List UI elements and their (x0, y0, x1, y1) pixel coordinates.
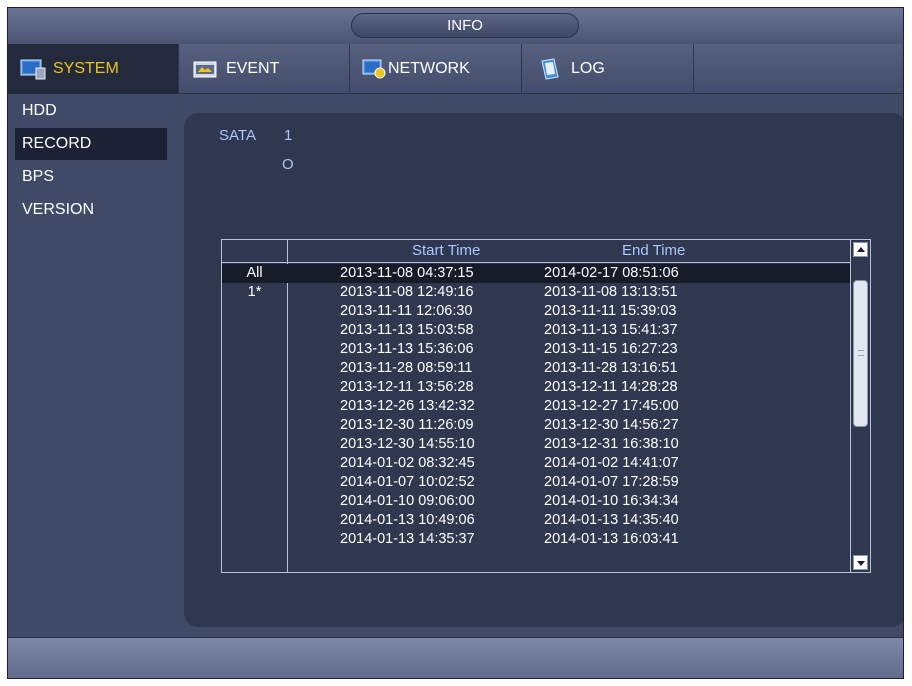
network-icon (362, 58, 388, 80)
row-start-time: 2013-12-11 13:56:28 (340, 379, 474, 395)
sidebar-item-hdd[interactable]: HDD (8, 95, 178, 127)
row-start-time: 2013-11-28 08:59:11 (340, 360, 473, 376)
tab-event[interactable]: EVENT (179, 44, 350, 94)
row-start-time: 2013-11-08 12:49:16 (340, 284, 474, 300)
row-end-time: 2013-11-28 13:16:51 (544, 360, 678, 376)
arrow-up-icon (857, 247, 865, 252)
table-row[interactable]: 2013-11-13 15:36:06 2013-11-15 16:27:23 (222, 340, 852, 359)
tab-system[interactable]: SYSTEM (8, 44, 179, 94)
row-end-time: 2013-12-31 16:38:10 (544, 436, 679, 452)
row-start-time: 2014-01-10 09:06:00 (340, 493, 475, 509)
row-end-time: 2014-01-13 14:35:40 (544, 512, 679, 528)
sata-label: SATA (219, 127, 256, 144)
table-row[interactable]: 2013-11-13 15:03:58 2013-11-13 15:41:37 (222, 321, 852, 340)
row-start-time: 2014-01-07 10:02:52 (340, 474, 475, 490)
row-start-time: 2014-01-13 14:35:37 (340, 531, 475, 547)
sidebar-item-version[interactable]: VERSION (8, 194, 178, 226)
table-row[interactable]: 2014-01-13 14:35:37 2014-01-13 16:03:41 (222, 530, 852, 549)
row-start-time: 2013-12-30 11:26:09 (340, 417, 474, 433)
row-start-time: 2013-11-13 15:36:06 (340, 341, 474, 357)
sidebar-item-record[interactable]: RECORD (15, 128, 167, 160)
table-row[interactable]: 2014-01-07 10:02:52 2014-01-07 17:28:59 (222, 473, 852, 492)
sidebar: HDD RECORD BPS VERSION (8, 95, 178, 227)
row-end-time: 2013-12-27 17:45:00 (544, 398, 679, 414)
tab-network[interactable]: NETWORK (350, 44, 522, 94)
table-row[interactable]: 2013-11-11 12:06:30 2013-11-11 15:39:03 (222, 302, 852, 321)
sidebar-item-bps[interactable]: BPS (8, 161, 178, 193)
table-row[interactable]: 2014-01-10 09:06:00 2014-01-10 16:34:34 (222, 492, 852, 511)
tab-label: EVENT (226, 60, 280, 77)
row-end-time: 2013-11-11 15:39:03 (544, 303, 677, 319)
table-row[interactable]: All 2013-11-08 04:37:15 2014-02-17 08:51:0… (222, 264, 852, 283)
tab-label: NETWORK (388, 60, 470, 77)
table-row[interactable]: 2013-12-26 13:42:32 2013-12-27 17:45:00 (222, 397, 852, 416)
tab-label: SYSTEM (53, 60, 119, 77)
row-end-time: 2014-02-17 08:51:06 (544, 265, 679, 281)
row-start-time: 2013-11-13 15:03:58 (340, 322, 474, 338)
info-window: INFO SYSTEM EVENT NETWORK LOG HDD RECORD… (7, 7, 904, 679)
main-tab-bar: SYSTEM EVENT NETWORK LOG (8, 44, 903, 94)
table-scrollbar[interactable] (850, 240, 870, 572)
log-book-icon (538, 58, 564, 80)
table-header: Start Time End Time (222, 240, 852, 263)
row-end-time: 2014-01-10 16:34:34 (544, 493, 679, 509)
scroll-up-button[interactable] (853, 242, 868, 257)
table-row[interactable]: 2014-01-13 10:49:06 2014-01-13 14:35:40 (222, 511, 852, 530)
row-start-time: 2013-11-11 12:06:30 (340, 303, 473, 319)
table-row[interactable]: 2013-12-30 14:55:10 2013-12-31 16:38:10 (222, 435, 852, 454)
scroll-thumb[interactable] (853, 280, 868, 427)
sata-status: O (282, 156, 294, 173)
row-end-time: 2013-12-30 14:56:27 (544, 417, 679, 433)
title-bar: INFO (8, 8, 903, 44)
row-end-time: 2013-11-13 15:41:37 (544, 322, 678, 338)
row-end-time: 2014-01-07 17:28:59 (544, 474, 679, 490)
table-row[interactable]: 1* 2013-11-08 12:49:16 2013-11-08 13:13:51 (222, 283, 852, 302)
scroll-down-button[interactable] (853, 555, 868, 570)
row-end-time: 2014-01-13 16:03:41 (544, 531, 679, 547)
record-table: Start Time End Time All 2013-11-08 04:37:… (221, 239, 871, 573)
row-start-time: 2013-12-26 13:42:32 (340, 398, 475, 414)
sata-number: 1 (284, 127, 293, 144)
row-start-time: 2013-11-08 04:37:15 (340, 265, 474, 281)
table-body: All 2013-11-08 04:37:15 2014-02-17 08:51:0… (222, 264, 852, 549)
row-id: All (246, 265, 263, 281)
table-row[interactable]: 2014-01-02 08:32:45 2014-01-02 14:41:07 (222, 454, 852, 473)
scroll-track[interactable] (853, 260, 868, 552)
row-start-time: 2014-01-02 08:32:45 (340, 455, 475, 471)
window-title: INFO (351, 13, 579, 38)
table-row[interactable]: 2013-11-28 08:59:11 2013-11-28 13:16:51 (222, 359, 852, 378)
row-end-time: 2013-11-08 13:13:51 (544, 284, 678, 300)
tab-log[interactable]: LOG (522, 44, 694, 94)
row-start-time: 2014-01-13 10:49:06 (340, 512, 475, 528)
table-row[interactable]: 2013-12-30 11:26:09 2013-12-30 14:56:27 (222, 416, 852, 435)
row-end-time: 2013-11-15 16:27:23 (544, 341, 678, 357)
row-end-time: 2013-12-11 14:28:28 (544, 379, 678, 395)
record-panel: SATA 1 O Start Time End Time All 2013-11-… (184, 113, 903, 627)
row-start-time: 2013-12-30 14:55:10 (340, 436, 475, 452)
column-header-end-time: End Time (622, 242, 686, 259)
monitor-icon (20, 58, 46, 80)
row-end-time: 2014-01-02 14:41:07 (544, 455, 679, 471)
tab-label: LOG (571, 60, 605, 77)
row-id: 1* (247, 284, 262, 300)
footer-bar (8, 637, 903, 678)
event-icon (193, 58, 219, 80)
table-row[interactable]: 2013-12-11 13:56:28 2013-12-11 14:28:28 (222, 378, 852, 397)
arrow-down-icon (857, 561, 865, 566)
column-header-start-time: Start Time (412, 242, 481, 259)
grip-icon (858, 350, 864, 356)
